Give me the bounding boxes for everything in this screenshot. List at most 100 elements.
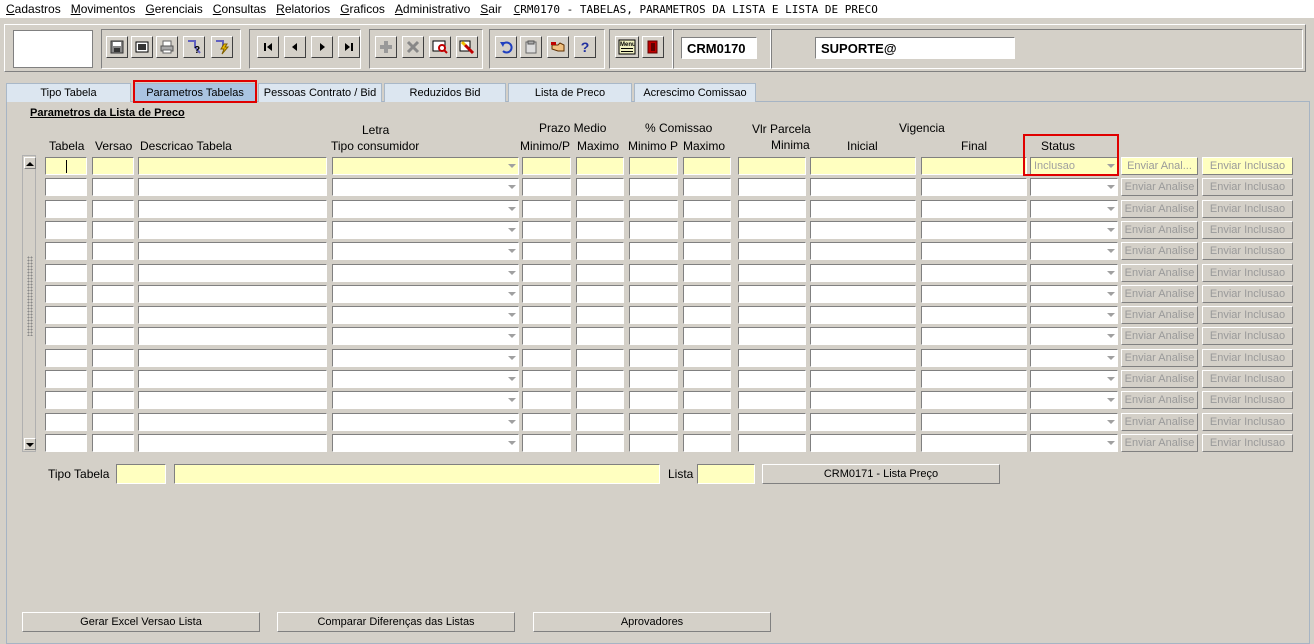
vigencia-final-input[interactable] (921, 370, 1027, 388)
vigencia-final-input[interactable] (921, 391, 1027, 409)
scroll-grip[interactable] (27, 256, 33, 336)
enviar-analise-button[interactable]: Enviar Analise (1121, 285, 1198, 303)
vigencia-final-input[interactable] (921, 264, 1027, 282)
query-help-icon[interactable]: ? (183, 36, 205, 58)
enviar-inclusao-button[interactable]: Enviar Inclusao (1202, 413, 1293, 431)
exit-icon[interactable] (642, 36, 664, 58)
descricao-input[interactable] (138, 200, 327, 218)
tabela-input[interactable] (45, 413, 87, 431)
menu-item-cadastros[interactable]: Cadastros (6, 2, 61, 16)
enviar-analise-button[interactable]: Enviar Analise (1121, 264, 1198, 282)
scroll-up-arrow[interactable] (24, 157, 36, 169)
status-select[interactable] (1030, 413, 1118, 431)
enviar-inclusao-button[interactable]: Enviar Inclusao (1202, 391, 1293, 409)
next-record-icon[interactable] (311, 36, 333, 58)
tabela-input[interactable] (45, 434, 87, 452)
delete-record-icon[interactable] (402, 36, 424, 58)
descricao-input[interactable] (138, 157, 327, 175)
vigencia-final-input[interactable] (921, 434, 1027, 452)
tipo-consumidor-select[interactable] (332, 242, 519, 260)
vigencia-final-input[interactable] (921, 327, 1027, 345)
prazo-maximo-input[interactable] (576, 242, 624, 260)
enviar-inclusao-button[interactable]: Enviar Inclusao (1202, 157, 1293, 175)
aprovadores-button[interactable]: Aprovadores (533, 612, 771, 632)
versao-input[interactable] (92, 285, 134, 303)
grid-scrollbar[interactable] (22, 155, 36, 452)
menu-icon[interactable]: Menu (615, 36, 639, 58)
tipo-consumidor-select[interactable] (332, 178, 519, 196)
edit-record-icon[interactable] (456, 36, 478, 58)
prazo-maximo-input[interactable] (576, 391, 624, 409)
enviar-analise-button[interactable]: Enviar Anal... (1121, 157, 1198, 175)
vigencia-inicial-input[interactable] (810, 178, 916, 196)
vlr-parcela-minima-input[interactable] (738, 200, 806, 218)
versao-input[interactable] (92, 242, 134, 260)
comissao-minimo-input[interactable] (629, 242, 678, 260)
prazo-minimo-input[interactable] (522, 242, 571, 260)
tab-pessoas-contrato-bid[interactable]: Pessoas Contrato / Bid (258, 83, 382, 102)
tabela-input[interactable] (45, 349, 87, 367)
versao-input[interactable] (92, 327, 134, 345)
comissao-minimo-input[interactable] (629, 391, 678, 409)
prazo-minimo-input[interactable] (522, 370, 571, 388)
vigencia-inicial-input[interactable] (810, 413, 916, 431)
vigencia-final-input[interactable] (921, 285, 1027, 303)
search-record-icon[interactable] (429, 36, 451, 58)
descricao-input[interactable] (138, 264, 327, 282)
versao-input[interactable] (92, 349, 134, 367)
tipo-consumidor-select[interactable] (332, 157, 519, 175)
enviar-inclusao-button[interactable]: Enviar Inclusao (1202, 327, 1293, 345)
chevron-down-icon[interactable] (1107, 420, 1115, 424)
prazo-minimo-input[interactable] (522, 264, 571, 282)
menu-item-graficos[interactable]: Graficos (340, 2, 385, 16)
tipo-consumidor-select[interactable] (332, 370, 519, 388)
vigencia-inicial-input[interactable] (810, 349, 916, 367)
tabela-input[interactable] (45, 370, 87, 388)
status-select[interactable] (1030, 349, 1118, 367)
status-select[interactable] (1030, 200, 1118, 218)
tab-parametros-tabelas[interactable]: Parametros Tabelas (134, 83, 256, 102)
comissao-maximo-input[interactable] (683, 264, 731, 282)
enviar-analise-button[interactable]: Enviar Analise (1121, 391, 1198, 409)
comissao-maximo-input[interactable] (683, 434, 731, 452)
prazo-maximo-input[interactable] (576, 264, 624, 282)
comissao-maximo-input[interactable] (683, 157, 731, 175)
tab-tipo-tabela[interactable]: Tipo Tabela (6, 83, 131, 102)
last-record-icon[interactable] (338, 36, 360, 58)
tipo-consumidor-select[interactable] (332, 391, 519, 409)
tabela-input[interactable] (45, 285, 87, 303)
chevron-down-icon[interactable] (508, 249, 516, 253)
status-select[interactable] (1030, 434, 1118, 452)
chevron-down-icon[interactable] (508, 292, 516, 296)
comissao-minimo-input[interactable] (629, 285, 678, 303)
vigencia-inicial-input[interactable] (810, 221, 916, 239)
versao-input[interactable] (92, 413, 134, 431)
tipo-consumidor-select[interactable] (332, 285, 519, 303)
vlr-parcela-minima-input[interactable] (738, 370, 806, 388)
tabela-input[interactable] (45, 327, 87, 345)
comissao-maximo-input[interactable] (683, 370, 731, 388)
comissao-minimo-input[interactable] (629, 349, 678, 367)
tabela-input[interactable] (45, 242, 87, 260)
vlr-parcela-minima-input[interactable] (738, 306, 806, 324)
vigencia-final-input[interactable] (921, 413, 1027, 431)
prazo-minimo-input[interactable] (522, 434, 571, 452)
comissao-maximo-input[interactable] (683, 306, 731, 324)
vigencia-final-input[interactable] (921, 306, 1027, 324)
comissao-maximo-input[interactable] (683, 178, 731, 196)
chevron-down-icon[interactable] (508, 228, 516, 232)
vigencia-inicial-input[interactable] (810, 327, 916, 345)
prazo-maximo-input[interactable] (576, 285, 624, 303)
enviar-inclusao-button[interactable]: Enviar Inclusao (1202, 285, 1293, 303)
chevron-down-icon[interactable] (508, 398, 516, 402)
comissao-minimo-input[interactable] (629, 200, 678, 218)
tab-lista-de-preco[interactable]: Lista de Preco (508, 83, 632, 102)
chevron-down-icon[interactable] (1107, 249, 1115, 253)
vlr-parcela-minima-input[interactable] (738, 391, 806, 409)
prazo-maximo-input[interactable] (576, 200, 624, 218)
tipo-tabela-code-input[interactable] (116, 464, 166, 484)
versao-input[interactable] (92, 200, 134, 218)
chevron-down-icon[interactable] (1107, 164, 1115, 168)
chevron-down-icon[interactable] (508, 377, 516, 381)
prazo-minimo-input[interactable] (522, 200, 571, 218)
